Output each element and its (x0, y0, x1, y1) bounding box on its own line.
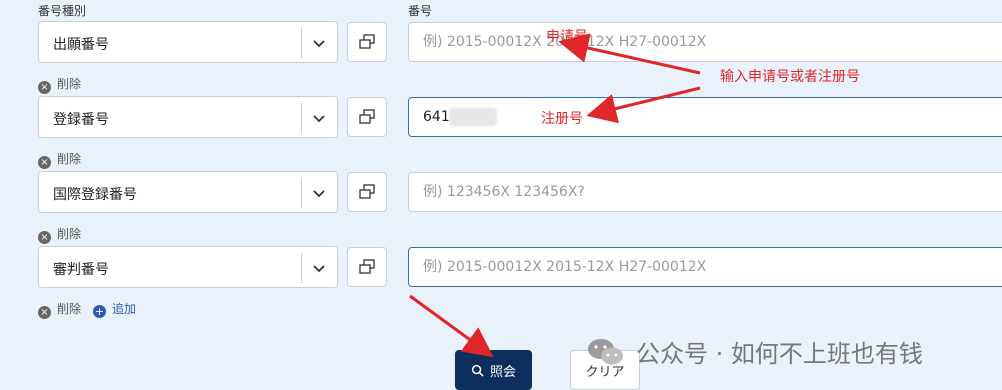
arrow-to-search (409, 294, 494, 358)
arrow-to-reg-number (586, 86, 701, 124)
annotation-app-number: 申请号 (546, 29, 588, 45)
annotation-arrows (409, 33, 701, 358)
arrow-to-app-number (558, 33, 701, 75)
annotation-reg-number: 注册号 (541, 111, 583, 127)
wechat-icon (588, 338, 623, 364)
watermark: 公众号 · 如何不上班也有钱 (586, 334, 923, 369)
watermark-text: 公众号 · 如何不上班也有钱 (636, 340, 923, 368)
annotation-hint: 输入申请号或者注册号 (720, 69, 860, 85)
